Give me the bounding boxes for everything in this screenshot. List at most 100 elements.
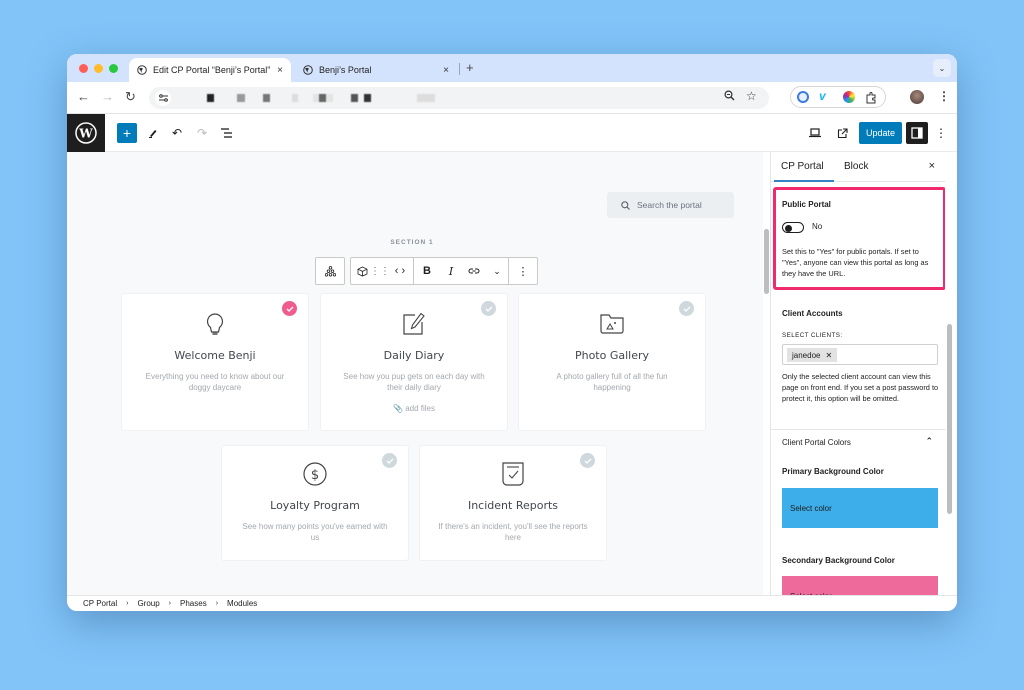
editor-toolbar: W + ↶ ↷ Update ⋮ [67,114,957,152]
card-description: A photo gallery full of all the fun happ… [556,372,668,392]
tab-block[interactable]: Block [844,161,868,172]
divider [771,429,945,430]
more-formatting-chevron-icon[interactable]: ⌄ [486,258,508,284]
module-card-daily-diary[interactable]: Daily Diary See how you pup gets on each… [321,294,507,430]
reload-icon[interactable]: ↻ [125,89,136,105]
parent-block-icon[interactable] [316,258,344,284]
client-portal-colors-toggle[interactable]: Client Portal Colors [782,438,851,447]
sidebar-scrollbar[interactable] [947,324,952,514]
breadcrumb-item[interactable]: Modules [227,599,257,608]
drag-handle-icon[interactable]: ⋮⋮ [370,258,390,284]
remove-client-icon[interactable]: ✕ [825,351,832,360]
tab-edit-portal[interactable]: Edit CP Portal “Benji’s Portal” × [129,58,291,82]
secondary-color-button[interactable]: Select color [782,576,938,595]
lightbulb-icon [122,312,308,338]
block-options-icon[interactable]: ⋮ [509,258,537,284]
public-portal-toggle[interactable] [782,222,804,233]
maximize-window-button[interactable] [109,64,118,73]
bookmark-star-icon[interactable]: ☆ [746,89,757,103]
tab-close-icon[interactable]: × [277,65,283,76]
block-toolbar: ⋮⋮ ‹ › B I ⌄ ⋮ [350,257,538,285]
portal-search-input[interactable]: Search the portal [607,192,734,218]
url-obscured [292,94,298,102]
profile-avatar[interactable] [910,90,924,104]
card-description: If there's an incident, you'll see the r… [438,522,588,542]
url-input[interactable]: ☆ [149,87,769,109]
paperclip-icon: 📎 [393,404,403,413]
photo-folder-icon [519,312,705,338]
card-description: Everything you need to know about our do… [145,372,285,392]
password-manager-icon[interactable] [797,91,809,103]
card-title: Loyalty Program [270,499,360,512]
back-icon[interactable]: ← [77,89,90,104]
address-bar: ← → ↻ ☆ v ⋮ [67,82,957,114]
secondary-color-label: Secondary Background Color [782,556,895,565]
block-breadcrumb: CP Portal › Group › Phases › Modules [67,595,957,611]
globe-icon [303,65,313,75]
module-card-photo-gallery[interactable]: Photo Gallery A photo gallery full of al… [519,294,705,430]
primary-color-button[interactable]: Select color [782,488,938,528]
preview-desktop-icon[interactable] [805,123,825,143]
zoom-icon[interactable] [724,90,735,104]
add-files-label: add files [405,404,435,413]
browser-menu-icon[interactable]: ⋮ [938,89,950,103]
tab-close-icon[interactable]: × [443,65,449,76]
wordpress-logo[interactable]: W [67,114,105,152]
minimize-window-button[interactable] [94,64,103,73]
forward-icon[interactable]: → [101,89,114,104]
color-picker-icon[interactable] [843,91,855,103]
site-settings-icon[interactable] [155,90,171,106]
block-parent-selector[interactable] [315,257,345,285]
move-arrows-icon[interactable]: ‹ › [387,258,413,284]
url-obscured [263,94,270,102]
view-post-external-icon[interactable] [832,123,852,143]
browser-window: Edit CP Portal “Benji’s Portal” × Benji’… [67,54,957,611]
module-card-incident-reports[interactable]: Incident Reports If there's an incident,… [420,446,606,560]
public-portal-heading: Public Portal [782,200,831,209]
document-overview-icon[interactable] [217,123,237,143]
close-window-button[interactable] [79,64,88,73]
chevron-right-icon: › [126,600,129,607]
toggle-knob [785,224,792,232]
update-button[interactable]: Update [859,122,902,144]
tab-cp-portal[interactable]: CP Portal [781,161,824,172]
link-icon[interactable] [462,258,486,284]
tab-portal[interactable]: Benji’s Portal × [295,58,457,82]
report-check-icon [420,461,606,487]
url-obscured [417,94,435,102]
url-obscured [319,94,326,102]
card-description: See how you pup gets on each day with th… [343,372,485,392]
breadcrumb-item[interactable]: Phases [180,599,207,608]
bold-button[interactable]: B [414,258,440,284]
toggle-value: No [812,222,823,231]
redo-icon[interactable]: ↷ [192,123,212,143]
public-portal-help: Set this to "Yes" for public portals. If… [782,247,929,278]
tools-pencil-icon[interactable] [143,123,163,143]
card-description: See how many points you've earned with u… [242,522,388,542]
module-card-welcome[interactable]: Welcome Benji Everything you need to kno… [122,294,308,430]
tab-search-chevron-icon[interactable]: ⌄ [933,59,951,77]
close-sidebar-icon[interactable]: × [929,160,935,172]
globe-icon [137,65,147,75]
undo-icon[interactable]: ↶ [167,123,187,143]
add-block-button[interactable]: + [117,123,137,143]
module-card-loyalty[interactable]: $ Loyalty Program See how many points yo… [222,446,408,560]
vimeo-icon[interactable]: v [819,89,831,103]
editor-canvas: Search the portal SECTION 1 ⋮⋮ ‹ › B I ⌄… [67,152,763,595]
extensions-puzzle-icon[interactable] [865,91,877,104]
editor-options-icon[interactable]: ⋮ [931,123,951,143]
italic-button[interactable]: I [440,258,462,284]
tab-separator [459,63,460,75]
primary-color-label: Primary Background Color [782,467,884,476]
breadcrumb-item[interactable]: CP Portal [83,599,117,608]
add-files-link[interactable]: 📎 add files [321,404,507,413]
chevron-up-icon[interactable]: ⌃ [925,436,933,447]
card-title: Incident Reports [467,499,559,512]
new-tab-button[interactable]: + [466,60,474,75]
select-clients-input[interactable]: janedoe ✕ [782,344,938,365]
canvas-scrollbar[interactable] [764,229,769,294]
url-obscured [364,94,371,102]
tab-label: Benji’s Portal [319,65,372,75]
settings-sidebar-toggle-icon[interactable] [906,122,928,144]
breadcrumb-item[interactable]: Group [137,599,159,608]
